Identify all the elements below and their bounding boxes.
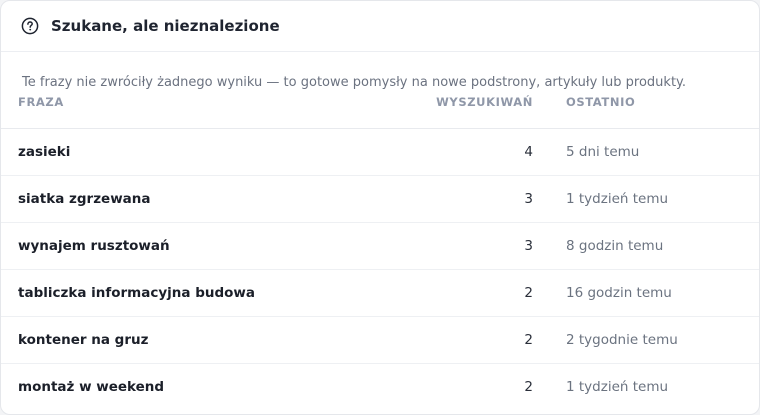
table-header: FRAZA WYSZUKIWAŃ OSTATNIO xyxy=(1,92,759,129)
row-searches: 3 xyxy=(524,191,533,207)
row-phrase: tabliczka informacyjna budowa xyxy=(18,285,255,301)
row-last: 2 tygodnie temu xyxy=(566,332,678,348)
row-searches: 2 xyxy=(524,379,533,395)
table-row[interactable]: tabliczka informacyjna budowa 2 16 godzi… xyxy=(1,270,759,317)
table-row[interactable]: montaż w weekend 2 1 tydzień temu xyxy=(1,364,759,410)
row-searches: 4 xyxy=(524,144,533,160)
table-row[interactable]: kontener na gruz 2 2 tygodnie temu xyxy=(1,317,759,364)
question-circle-icon xyxy=(21,17,39,35)
panel-description: Te frazy nie zwróciły żadnego wyniku — t… xyxy=(22,75,687,90)
row-last: 8 godzin temu xyxy=(566,238,664,254)
row-last: 5 dni temu xyxy=(566,144,640,160)
panel-title: Szukane, ale nieznalezione xyxy=(51,17,280,35)
row-last: 1 tydzień temu xyxy=(566,379,669,395)
missed-searches-panel: Szukane, ale nieznalezione Te frazy nie … xyxy=(0,0,760,415)
row-phrase: montaż w weekend xyxy=(18,379,165,395)
row-searches: 3 xyxy=(524,238,533,254)
table-row[interactable]: wynajem rusztowań 3 8 godzin temu xyxy=(1,223,759,270)
column-header-searches[interactable]: WYSZUKIWAŃ xyxy=(436,95,533,109)
row-searches: 2 xyxy=(524,285,533,301)
row-last: 1 tydzień temu xyxy=(566,191,669,207)
table-row[interactable]: zasieki 4 5 dni temu xyxy=(1,129,759,176)
row-phrase: kontener na gruz xyxy=(18,332,149,348)
column-header-phrase[interactable]: FRAZA xyxy=(18,95,64,109)
row-phrase: zasieki xyxy=(18,144,71,160)
row-searches: 2 xyxy=(524,332,533,348)
column-header-last[interactable]: OSTATNIO xyxy=(566,95,635,109)
row-last: 16 godzin temu xyxy=(566,285,672,301)
table-row[interactable]: siatka zgrzewana 3 1 tydzień temu xyxy=(1,176,759,223)
row-phrase: wynajem rusztowań xyxy=(18,238,170,254)
panel-header: Szukane, ale nieznalezione xyxy=(1,1,759,52)
table-body: zasieki 4 5 dni temu siatka zgrzewana 3 … xyxy=(1,129,759,410)
row-phrase: siatka zgrzewana xyxy=(18,191,151,207)
